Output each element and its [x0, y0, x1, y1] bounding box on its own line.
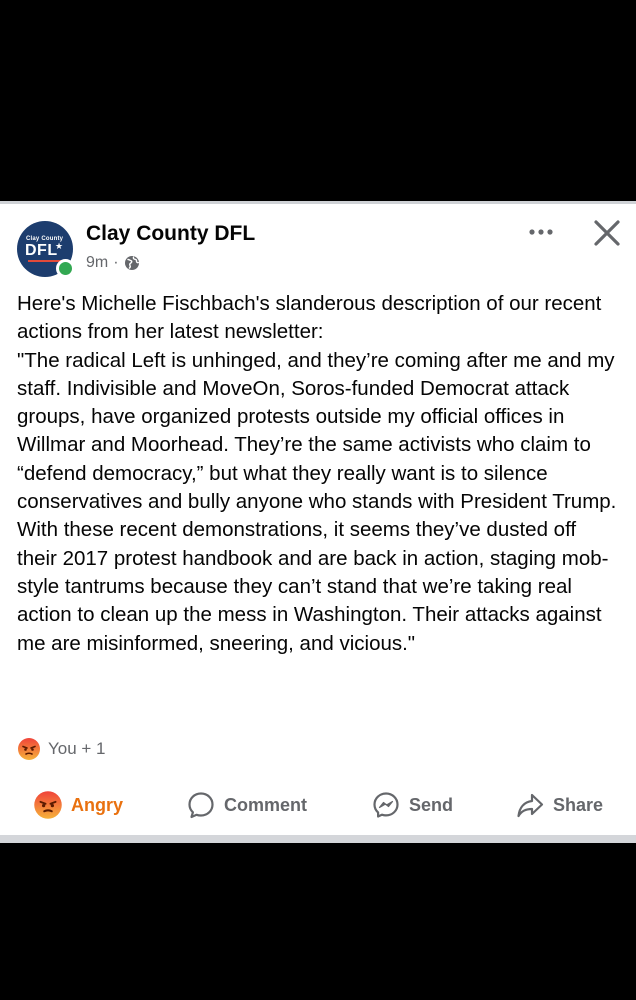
avatar-big-text: DFL — [25, 242, 58, 259]
angry-emoji-icon — [18, 738, 40, 760]
bottom-black-area — [0, 843, 636, 1000]
comment-label: Comment — [224, 794, 308, 815]
close-icon[interactable] — [592, 218, 622, 248]
comment-icon — [188, 792, 214, 819]
post-meta: 9m · — [86, 254, 140, 272]
reaction-count: You + 1 — [48, 739, 106, 758]
meta-separator: · — [113, 254, 119, 271]
share-label: Share — [553, 794, 604, 815]
post-body-text: Here's Michelle Fischbach's slanderous d… — [17, 292, 617, 655]
messenger-icon — [373, 792, 399, 818]
more-options-icon[interactable] — [525, 220, 559, 244]
share-button[interactable]: Share — [515, 787, 603, 823]
angry-emoji-icon — [34, 791, 62, 819]
share-icon — [517, 793, 544, 818]
star-icon: ★ — [55, 241, 64, 251]
page-name[interactable]: Clay County DFL — [86, 222, 255, 246]
angry-reaction-button[interactable]: Angry — [33, 787, 123, 823]
send-label: Send — [409, 794, 454, 815]
globe-icon — [124, 256, 139, 270]
angry-label: Angry — [71, 794, 124, 815]
online-status-dot — [56, 259, 75, 278]
avatar-accent-bar — [28, 260, 62, 262]
comment-button[interactable]: Comment — [186, 787, 307, 823]
card-divider — [0, 835, 636, 843]
top-black-area — [0, 0, 636, 201]
send-button[interactable]: Send — [371, 787, 453, 823]
reaction-summary[interactable]: You + 1 — [17, 737, 106, 761]
post-time[interactable]: 9m — [86, 254, 108, 272]
